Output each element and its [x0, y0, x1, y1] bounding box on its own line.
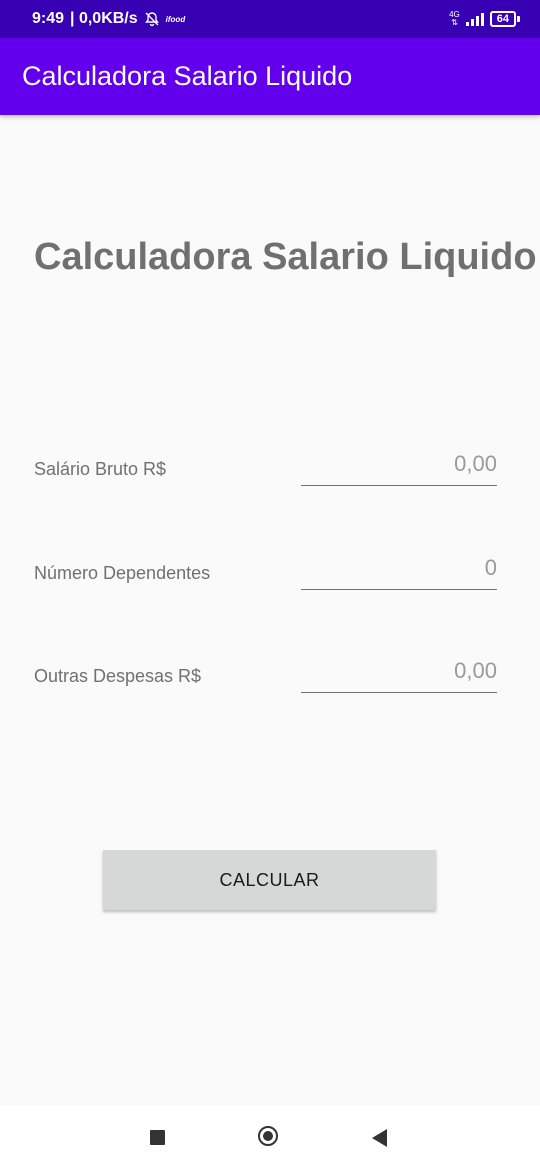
salary-input[interactable]	[301, 445, 497, 483]
back-triangle-icon[interactable]	[372, 1129, 387, 1147]
signal-strength-icon	[465, 12, 484, 26]
salary-row: Salário Bruto R$	[34, 440, 497, 486]
navigation-bar	[0, 1105, 540, 1170]
data-arrows-icon: ⇅	[451, 18, 458, 27]
salary-label: Salário Bruto R$	[34, 459, 167, 479]
dependents-row: Número Dependentes	[34, 544, 497, 590]
expenses-row: Outras Despesas R$	[34, 647, 497, 693]
page-heading: Calculadora Salario Liquido	[34, 236, 537, 278]
network-type-icon: 4G ⇅	[449, 11, 460, 27]
bell-muted-icon	[144, 12, 159, 27]
ifood-notification-icon: ifood	[165, 14, 186, 24]
app-bar-title: Calculadora Salario Liquido	[22, 61, 353, 91]
status-time: 9:49	[32, 10, 65, 27]
network-speed: | 0,0KB/s	[70, 10, 138, 27]
expenses-field	[301, 652, 497, 693]
app-bar: Calculadora Salario Liquido	[0, 38, 540, 115]
status-right: 4G ⇅ 64	[449, 11, 520, 27]
expenses-input[interactable]	[301, 652, 497, 690]
status-bar: 9:49 | 0,0KB/s ifood 4G ⇅ 64	[0, 0, 540, 38]
calculate-button[interactable]: CALCULAR	[103, 850, 436, 910]
dependents-input[interactable]	[301, 549, 497, 587]
home-circle-icon[interactable]	[258, 1126, 278, 1146]
recents-square-icon[interactable]	[150, 1130, 165, 1145]
status-left: 9:49 | 0,0KB/s ifood	[32, 10, 185, 28]
dependents-label: Número Dependentes	[34, 563, 211, 583]
dependents-field	[301, 549, 497, 590]
battery-icon: 64	[489, 11, 520, 27]
expenses-label: Outras Despesas R$	[34, 666, 202, 686]
battery-level: 64	[489, 11, 516, 27]
salary-field	[301, 445, 497, 486]
